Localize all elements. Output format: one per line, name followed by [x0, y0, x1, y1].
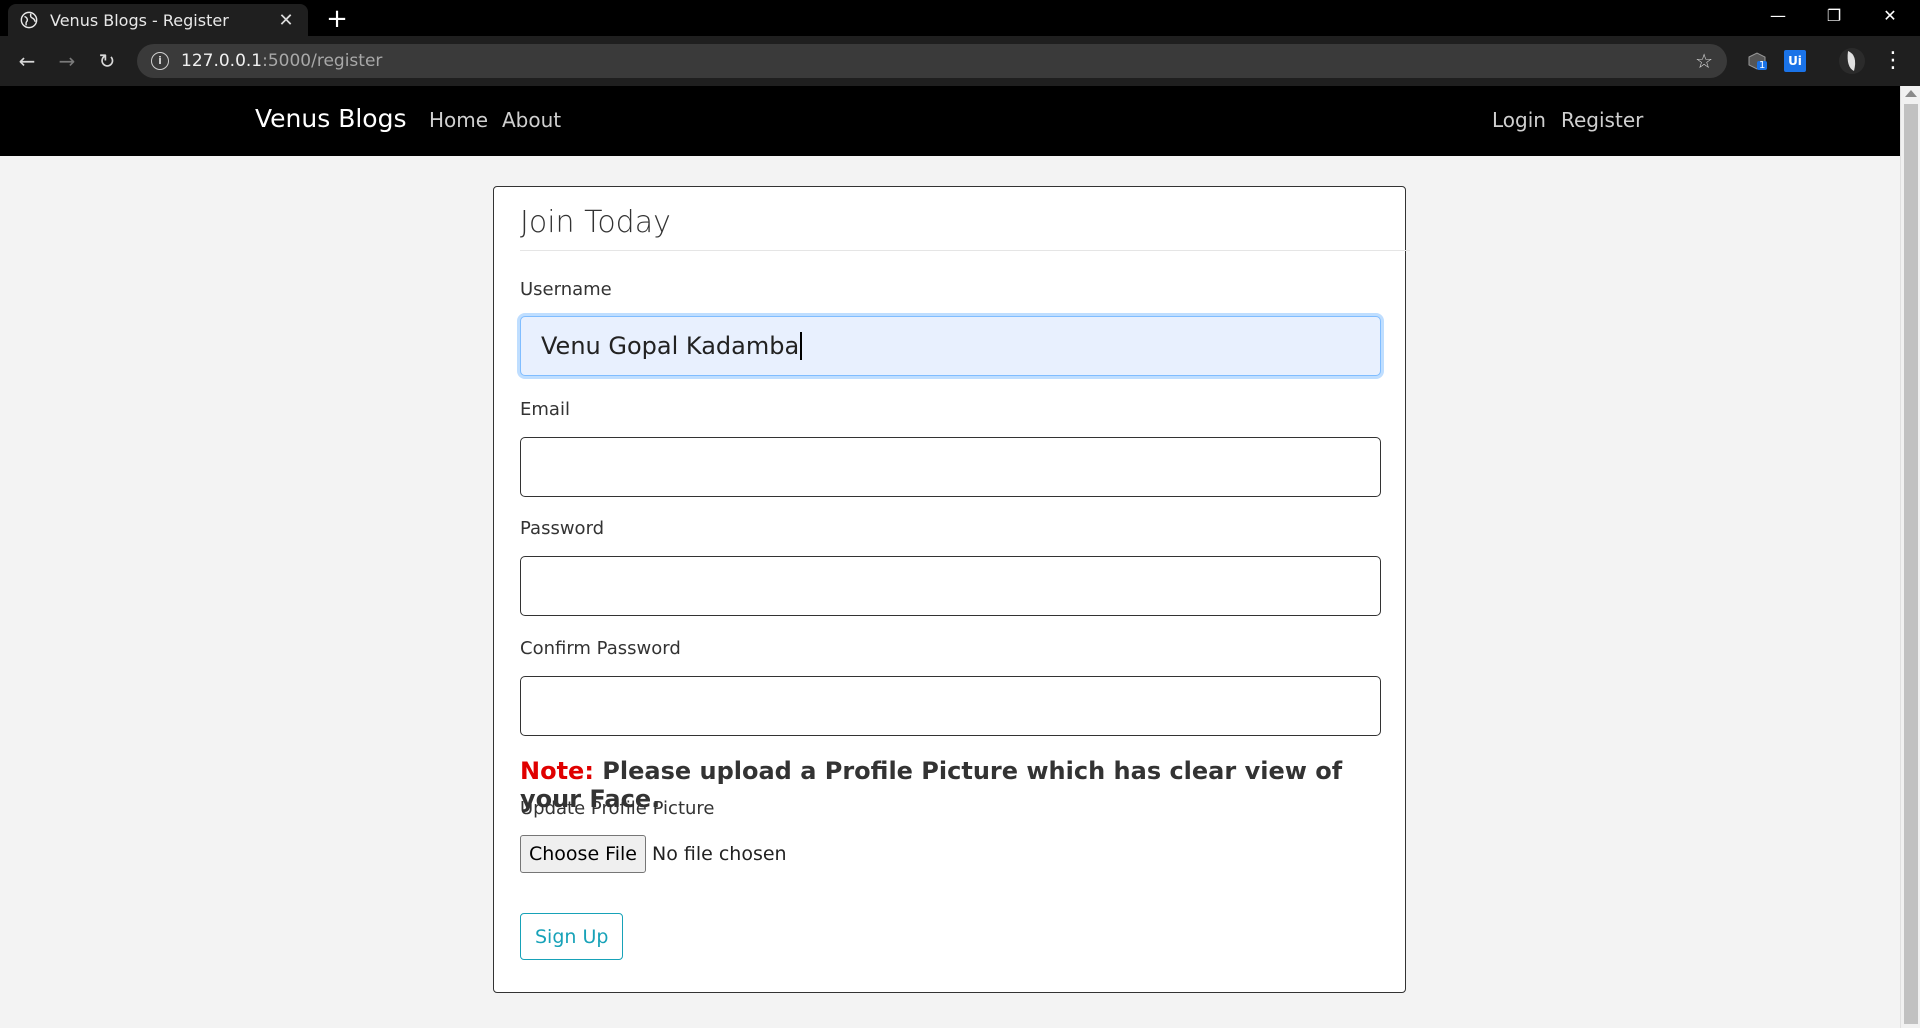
browser-tab[interactable]: Venus Blogs - Register ✕ [8, 4, 308, 36]
note-key: Note: [520, 757, 594, 785]
url-host: 127.0.0.1 [181, 51, 263, 71]
form-legend: Join Today [520, 205, 1410, 251]
nav-link-login[interactable]: Login [1492, 108, 1546, 132]
extension-badge: 1 [1759, 60, 1766, 71]
nav-link-about[interactable]: About [502, 108, 561, 132]
register-form-card: Join Today Username Venu Gopal Kadamba E… [493, 186, 1410, 993]
browser-menu-icon[interactable]: ⋮ [1882, 50, 1904, 72]
confirm-password-label: Confirm Password [520, 638, 681, 659]
address-bar[interactable]: i 127.0.0.1:5000/register ☆ [137, 44, 1727, 78]
nav-link-register[interactable]: Register [1561, 108, 1643, 132]
extension-ui-icon[interactable]: Ui [1784, 50, 1806, 72]
tab-close-icon[interactable]: ✕ [276, 10, 296, 31]
tab-title: Venus Blogs - Register [50, 10, 229, 30]
site-brand[interactable]: Venus Blogs [255, 104, 407, 133]
email-label: Email [520, 399, 570, 420]
choose-file-button[interactable]: Choose File [520, 835, 646, 873]
bookmark-star-icon[interactable]: ☆ [1695, 49, 1713, 73]
profile-avatar[interactable] [1838, 47, 1866, 75]
profile-picture-label: Update Profile Picture [520, 798, 715, 819]
window-close-button[interactable]: ✕ [1862, 0, 1918, 32]
page-content: Venus Blogs Home About Login Register Jo… [0, 86, 1900, 1028]
password-label: Password [520, 518, 605, 539]
username-label: Username [520, 279, 612, 300]
browser-toolbar: ← → ↻ i 127.0.0.1:5000/register ☆ 1 Ui ⋮ [0, 36, 1920, 86]
email-input[interactable] [520, 437, 1381, 497]
minimize-button[interactable]: — [1750, 0, 1806, 32]
reload-icon[interactable]: ↻ [94, 48, 120, 74]
confirm-password-input[interactable] [520, 676, 1381, 736]
site-navbar: Venus Blogs Home About Login Register [0, 86, 1900, 156]
scroll-thumb[interactable] [1904, 104, 1918, 1024]
url-path: :5000/register [262, 51, 383, 71]
info-icon[interactable]: i [151, 52, 169, 70]
globe-icon [20, 11, 38, 29]
restore-button[interactable]: ❐ [1806, 0, 1862, 32]
scroll-up-arrow-icon[interactable] [1905, 90, 1917, 97]
username-input[interactable]: Venu Gopal Kadamba [520, 316, 1381, 376]
text-caret [800, 332, 802, 360]
browser-tab-bar: Venus Blogs - Register ✕ + — ❐ ✕ [0, 0, 1920, 36]
profile-picture-file-input: Choose File No file chosen [520, 835, 787, 873]
password-input[interactable] [520, 556, 1381, 616]
forward-icon[interactable]: → [54, 48, 80, 74]
sign-up-button[interactable]: Sign Up [520, 913, 624, 960]
extension-cube-icon[interactable]: 1 [1746, 50, 1768, 72]
page-scrollbar[interactable] [1900, 86, 1920, 1028]
username-value: Venu Gopal Kadamba [541, 332, 800, 360]
nav-link-home[interactable]: Home [429, 108, 488, 132]
new-tab-button[interactable]: + [322, 4, 352, 34]
file-status: No file chosen [651, 843, 787, 865]
back-icon[interactable]: ← [14, 48, 40, 74]
